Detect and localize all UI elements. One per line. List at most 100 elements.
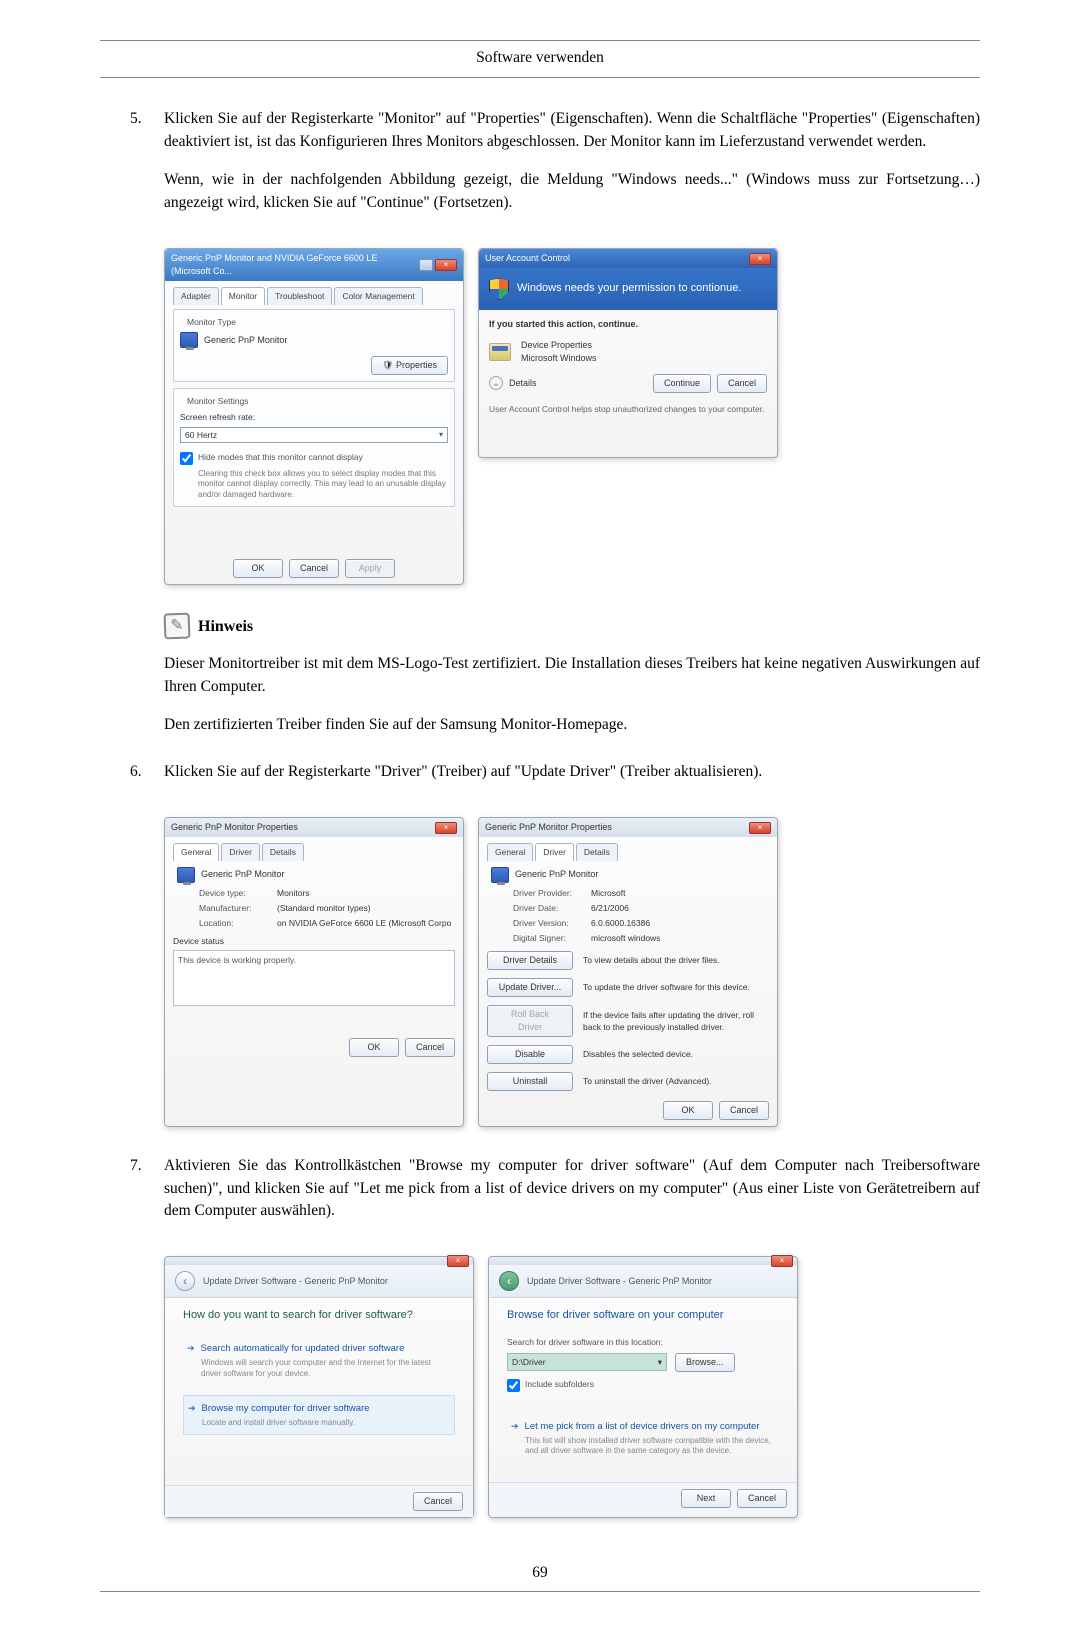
uac-window: User Account Control × Windows needs you… xyxy=(478,248,778,458)
option-browse-computer[interactable]: Browse my computer for driver software L… xyxy=(183,1395,455,1435)
cancel-button[interactable]: Cancel xyxy=(737,1489,787,1508)
tab-adapter[interactable]: Adapter xyxy=(173,287,219,304)
wizard-heading: Browse for driver software on your compu… xyxy=(507,1308,779,1324)
monitor-icon xyxy=(177,867,195,883)
monitor-driver-window: Generic PnP Monitor Properties × General… xyxy=(478,817,778,1127)
tab-details[interactable]: Details xyxy=(576,843,618,860)
close-icon[interactable]: × xyxy=(749,253,771,265)
tab-general[interactable]: General xyxy=(487,843,533,860)
breadcrumb: Update Driver Software - Generic PnP Mon… xyxy=(527,1275,712,1288)
program-icon xyxy=(489,343,511,361)
continue-button[interactable]: Continue xyxy=(653,374,711,393)
option-pick-from-list[interactable]: Let me pick from a list of device driver… xyxy=(507,1414,779,1463)
include-subfolders-label: Include subfolders xyxy=(525,1378,594,1390)
close-icon[interactable]: × xyxy=(771,1255,793,1267)
device-status-label: Device status xyxy=(173,935,455,947)
step-7-number: 7. xyxy=(130,1155,164,1238)
step-7: 7. Aktivieren Sie das Kontrollkästchen "… xyxy=(130,1155,980,1238)
step-6-number: 6. xyxy=(130,761,164,799)
chevron-down-icon: ⌄ xyxy=(489,376,503,390)
browse-button[interactable]: Browse... xyxy=(675,1353,735,1372)
cancel-button[interactable]: Cancel xyxy=(719,1101,769,1120)
monitor-name: Generic PnP Monitor xyxy=(201,868,284,881)
chevron-down-icon: ▾ xyxy=(439,429,443,441)
device-status-box: This device is working properly. xyxy=(173,950,455,1006)
arrow-icon xyxy=(511,1420,519,1434)
breadcrumb: Update Driver Software - Generic PnP Mon… xyxy=(203,1275,388,1288)
group-monitor-type: Monitor Type xyxy=(184,316,239,328)
window-title: Generic PnP Monitor Properties xyxy=(485,821,612,834)
rollback-driver-button[interactable]: Roll Back Driver xyxy=(487,1005,573,1037)
next-button[interactable]: Next xyxy=(681,1489,731,1508)
uac-footer-note: User Account Control helps stop unauthor… xyxy=(489,403,767,415)
note-text-2: Den zertifizierten Treiber finden Sie au… xyxy=(164,714,980,736)
monitor-properties-window: Generic PnP Monitor and NVIDIA GeForce 6… xyxy=(164,248,464,585)
monitor-icon xyxy=(491,867,509,883)
page-number: 69 xyxy=(100,1562,980,1584)
update-driver-wizard-2: × ‹ Update Driver Software - Generic PnP… xyxy=(488,1256,798,1518)
cancel-button[interactable]: Cancel xyxy=(405,1038,455,1057)
option-auto-search[interactable]: Search automatically for updated driver … xyxy=(183,1336,455,1385)
arrow-icon xyxy=(188,1402,196,1416)
properties-button[interactable]: 🛡 Properties xyxy=(371,356,448,375)
step-6: 6. Klicken Sie auf der Registerkarte "Dr… xyxy=(130,761,980,799)
uac-if-started: If you started this action, continue. xyxy=(489,318,767,331)
tab-color-management[interactable]: Color Management xyxy=(334,287,422,304)
close-icon[interactable]: × xyxy=(447,1255,469,1267)
refresh-rate-select[interactable]: 60 Hertz▾ xyxy=(180,427,448,443)
disable-button[interactable]: Disable xyxy=(487,1045,573,1064)
cancel-button[interactable]: Cancel xyxy=(413,1492,463,1511)
details-toggle[interactable]: ⌄ Details xyxy=(489,376,537,390)
tab-monitor[interactable]: Monitor xyxy=(221,287,265,304)
monitor-icon xyxy=(180,332,198,348)
step-7-text: Aktivieren Sie das Kontrollkästchen "Bro… xyxy=(164,1155,980,1222)
cancel-button[interactable]: Cancel xyxy=(289,559,339,578)
step-5: 5. Klicken Sie auf der Registerkarte "Mo… xyxy=(130,108,980,230)
close-icon[interactable]: × xyxy=(435,822,457,834)
update-driver-wizard-1: × ‹ Update Driver Software - Generic PnP… xyxy=(164,1256,474,1518)
step-5-number: 5. xyxy=(130,108,164,230)
ok-button[interactable]: OK xyxy=(233,559,283,578)
ok-button[interactable]: OK xyxy=(349,1038,399,1057)
apply-button[interactable]: Apply xyxy=(345,559,395,578)
hide-modes-checkbox[interactable] xyxy=(180,452,193,465)
driver-details-button[interactable]: Driver Details xyxy=(487,951,573,970)
window-title: Generic PnP Monitor and NVIDIA GeForce 6… xyxy=(171,252,419,278)
wizard-heading: How do you want to search for driver sof… xyxy=(183,1308,455,1324)
tab-details[interactable]: Details xyxy=(262,843,304,860)
window-title: User Account Control xyxy=(485,252,570,265)
include-subfolders-checkbox[interactable] xyxy=(507,1379,520,1392)
note-title: Hinweis xyxy=(198,615,253,638)
tab-driver[interactable]: Driver xyxy=(535,843,574,860)
uac-program-name: Device Properties xyxy=(521,339,597,352)
group-monitor-settings: Monitor Settings xyxy=(184,395,251,407)
tab-general[interactable]: General xyxy=(173,843,219,860)
close-icon[interactable]: × xyxy=(435,259,457,271)
step-6-text: Klicken Sie auf der Registerkarte "Drive… xyxy=(164,761,980,783)
path-combobox[interactable]: D:\Driver▾ xyxy=(507,1353,667,1371)
shield-icon xyxy=(489,278,509,300)
arrow-icon xyxy=(187,1342,195,1356)
back-icon[interactable]: ‹ xyxy=(499,1271,519,1291)
close-icon[interactable]: × xyxy=(749,822,771,834)
refresh-rate-label: Screen refresh rate: xyxy=(180,411,448,423)
window-title: Generic PnP Monitor Properties xyxy=(171,821,298,834)
update-driver-button[interactable]: Update Driver... xyxy=(487,978,573,997)
back-icon[interactable]: ‹ xyxy=(175,1271,195,1291)
minimize-icon[interactable] xyxy=(419,259,433,271)
uninstall-button[interactable]: Uninstall xyxy=(487,1072,573,1091)
page-title: Software verwenden xyxy=(100,47,980,77)
screenshot-row-1: Generic PnP Monitor and NVIDIA GeForce 6… xyxy=(164,248,980,585)
step-5-text-1: Klicken Sie auf der Registerkarte "Monit… xyxy=(164,108,980,153)
ok-button[interactable]: OK xyxy=(663,1101,713,1120)
tab-driver[interactable]: Driver xyxy=(221,843,260,860)
tab-troubleshoot[interactable]: Troubleshoot xyxy=(267,287,332,304)
monitor-name: Generic PnP Monitor xyxy=(204,334,287,347)
monitor-name: Generic PnP Monitor xyxy=(515,868,598,881)
note-block: ✎ Hinweis Dieser Monitortreiber ist mit … xyxy=(164,613,980,736)
screenshot-row-3: × ‹ Update Driver Software - Generic PnP… xyxy=(164,1256,980,1518)
cancel-button[interactable]: Cancel xyxy=(717,374,767,393)
search-location-label: Search for driver software in this locat… xyxy=(507,1336,779,1348)
screenshot-row-2: Generic PnP Monitor Properties × General… xyxy=(164,817,980,1127)
uac-publisher: Microsoft Windows xyxy=(521,352,597,365)
